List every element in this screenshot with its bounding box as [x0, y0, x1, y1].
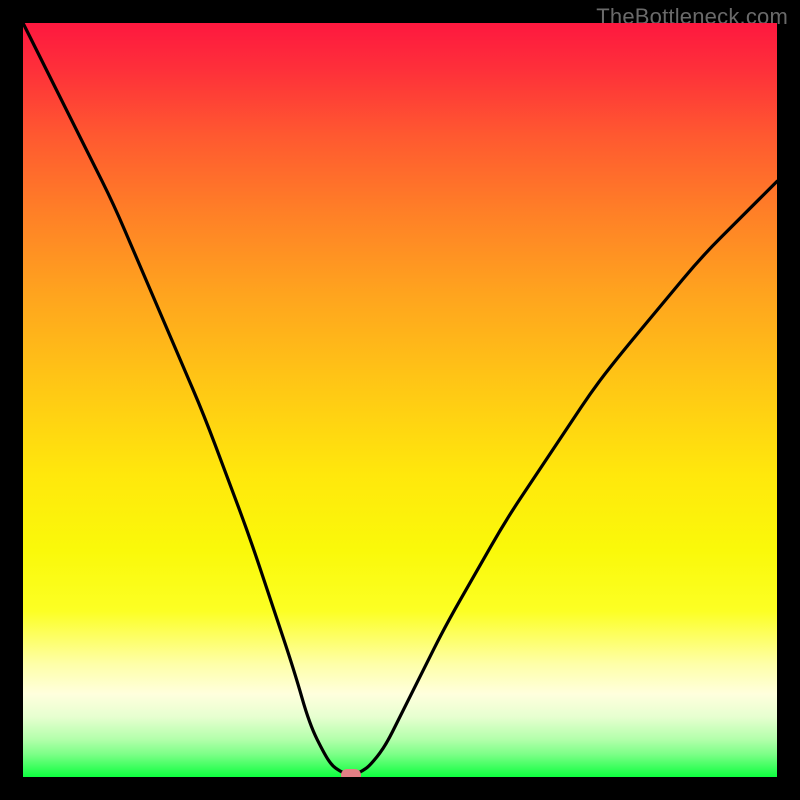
plot-area	[23, 23, 777, 777]
bottleneck-curve	[23, 23, 777, 775]
minimum-marker	[341, 769, 361, 777]
curve-svg	[23, 23, 777, 777]
chart-stage: TheBottleneck.com	[0, 0, 800, 800]
